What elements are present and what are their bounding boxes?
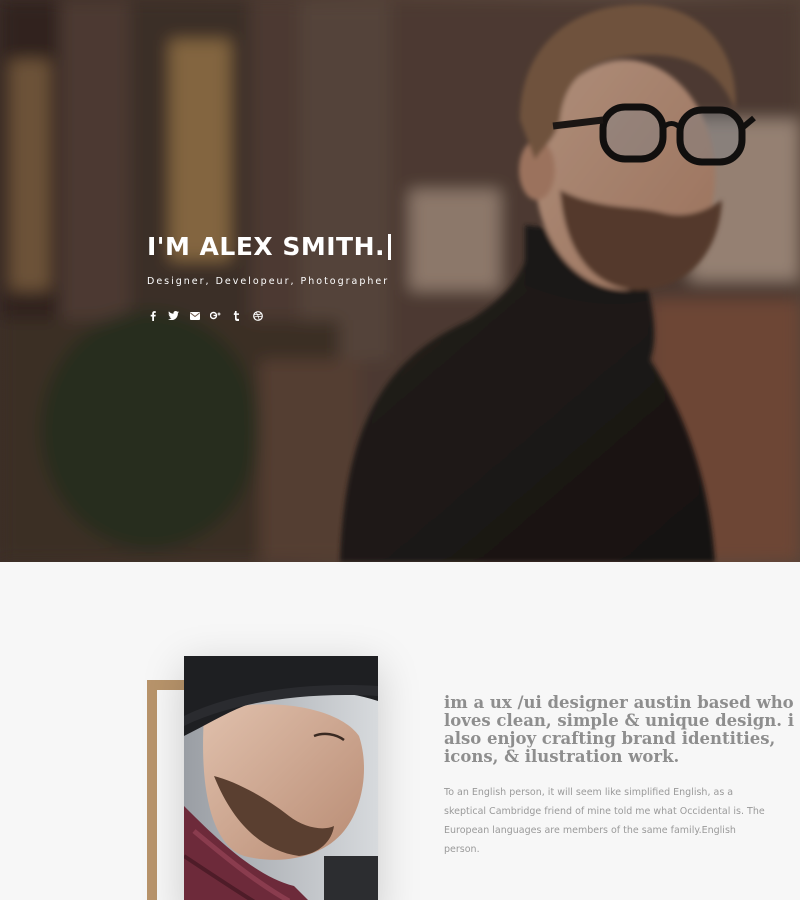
hero-section: I'M ALEX SMITH. Designer, Developeur, Ph…	[0, 0, 800, 562]
dribbble-icon[interactable]	[252, 310, 263, 321]
twitter-icon[interactable]	[168, 310, 179, 321]
about-section: im a ux /ui designer austin based who lo…	[0, 562, 800, 900]
about-heading: im a ux /ui designer austin based who lo…	[444, 693, 795, 766]
hero-overlay	[0, 0, 800, 562]
profile-photo	[184, 656, 378, 900]
about-description: To an English person, it will seem like …	[444, 787, 765, 855]
social-links	[147, 310, 391, 321]
hero-title-text: I'M ALEX SMITH.	[147, 232, 386, 261]
facebook-icon[interactable]	[147, 310, 158, 321]
profile-photo-image	[184, 656, 378, 900]
tumblr-icon[interactable]	[231, 310, 242, 321]
google-plus-icon[interactable]	[210, 310, 221, 321]
mail-icon[interactable]	[189, 310, 200, 321]
hero-intro: I'M ALEX SMITH. Designer, Developeur, Ph…	[147, 232, 392, 321]
typing-cursor	[388, 233, 392, 260]
hero-title: I'M ALEX SMITH.	[147, 232, 392, 261]
hero-subtitle: Designer, Developeur, Photographer	[147, 276, 390, 287]
